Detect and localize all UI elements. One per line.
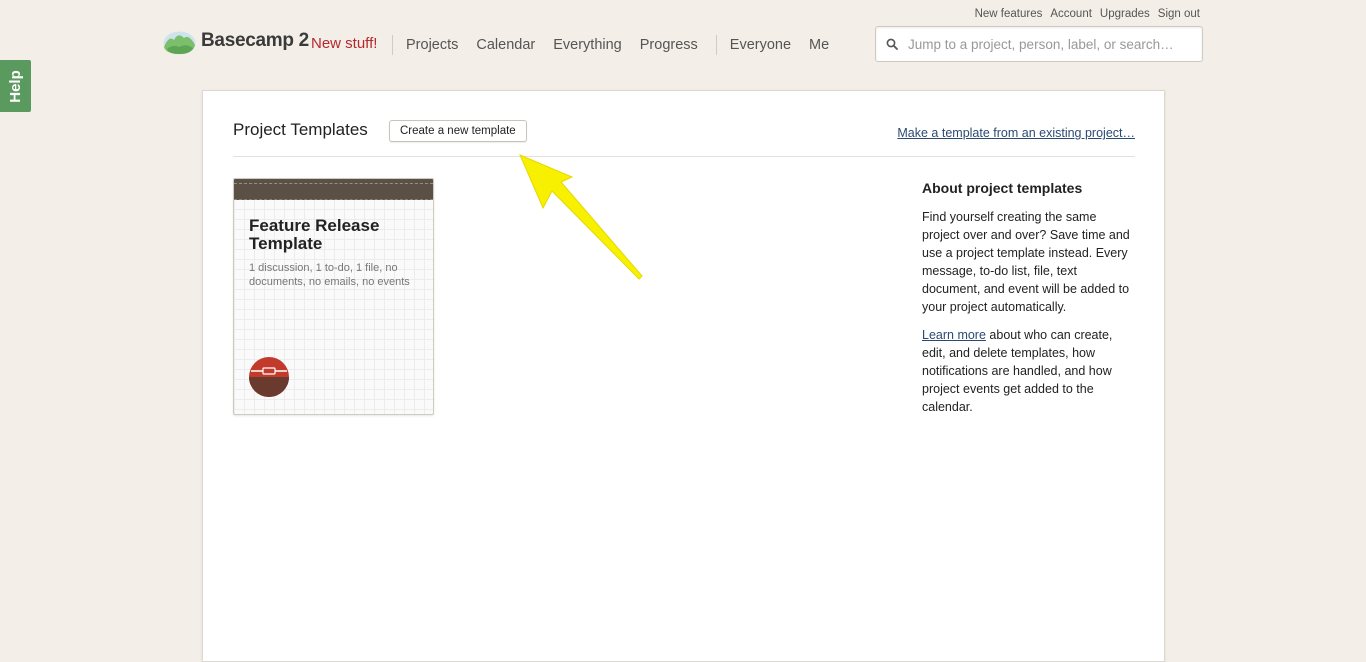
new-stuff-link[interactable]: New stuff! <box>311 35 377 52</box>
sign-out-link[interactable]: Sign out <box>1158 8 1200 20</box>
nav-everything[interactable]: Everything <box>553 37 622 53</box>
nav-me[interactable]: Me <box>809 37 829 53</box>
main-panel: Project Templates Create a new template … <box>202 90 1165 662</box>
make-template-from-project-link[interactable]: Make a template from an existing project… <box>897 126 1135 140</box>
upgrades-link[interactable]: Upgrades <box>1100 8 1150 20</box>
help-tab[interactable]: Help <box>0 60 31 112</box>
main-nav: Projects Calendar Everything Progress Ev… <box>392 35 847 55</box>
logo-text: Basecamp 2 <box>201 30 309 51</box>
avatar-icon <box>249 357 289 397</box>
divider <box>233 156 1135 157</box>
nav-projects[interactable]: Projects <box>406 37 458 53</box>
card-header-strip <box>234 179 433 200</box>
nav-divider <box>715 35 717 55</box>
basecamp-logo[interactable]: Basecamp 2 <box>163 27 309 55</box>
basecamp-logo-icon <box>163 31 196 55</box>
template-card[interactable]: Feature Release Template 1 discussion, 1… <box>233 178 434 415</box>
page-title: Project Templates <box>233 120 368 139</box>
about-templates: About project templates Find yourself cr… <box>922 179 1134 426</box>
about-heading: About project templates <box>922 180 1083 196</box>
utility-links: New features Account Upgrades Sign out <box>975 8 1200 20</box>
nav-calendar[interactable]: Calendar <box>476 37 535 53</box>
nav-everyone[interactable]: Everyone <box>730 37 791 53</box>
search-icon <box>886 38 898 50</box>
annotation-arrow-icon <box>519 154 643 280</box>
about-paragraph-learn-more: Learn more about who can create, edit, a… <box>922 326 1134 416</box>
create-template-button[interactable]: Create a new template <box>389 120 527 142</box>
learn-more-link[interactable]: Learn more <box>922 328 986 342</box>
help-label: Help <box>7 69 25 103</box>
about-paragraph: Find yourself creating the same project … <box>922 210 1130 314</box>
new-features-link[interactable]: New features <box>975 8 1043 20</box>
template-title: Feature Release Template <box>249 216 380 253</box>
nav-progress[interactable]: Progress <box>640 37 698 53</box>
account-link[interactable]: Account <box>1050 8 1092 20</box>
search-input[interactable] <box>906 35 1190 53</box>
search-box[interactable] <box>875 26 1203 62</box>
template-description: 1 discussion, 1 to-do, 1 file, no docume… <box>249 262 410 288</box>
nav-divider <box>392 35 393 55</box>
